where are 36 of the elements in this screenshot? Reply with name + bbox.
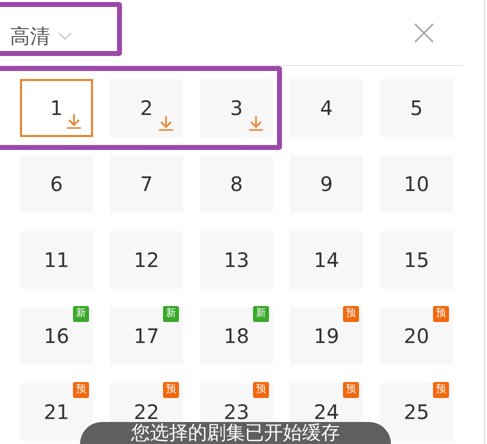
episode-badge: 预	[253, 382, 269, 398]
episode-button[interactable]: 12	[110, 231, 183, 289]
episode-button[interactable]: 25 预	[380, 383, 453, 441]
episode-button[interactable]: 2	[110, 79, 183, 137]
episode-button[interactable]: 3	[200, 79, 273, 137]
cache-toast: 您选择的剧集已开始缓存	[80, 422, 391, 444]
episode-button[interactable]: 6	[20, 155, 93, 213]
episode-button[interactable]: 11	[20, 231, 93, 289]
episode-button[interactable]: 19 预	[290, 307, 363, 365]
episode-button[interactable]: 21 预	[20, 383, 93, 441]
episode-badge: 预	[433, 306, 449, 322]
episode-button[interactable]: 16 新	[20, 307, 93, 365]
episode-badge: 新	[73, 306, 89, 322]
episode-button[interactable]: 4	[290, 79, 363, 137]
episode-button[interactable]: 18 新	[200, 307, 273, 365]
episode-button[interactable]: 5	[380, 79, 453, 137]
episode-badge: 预	[343, 306, 359, 322]
episode-badge: 新	[253, 306, 269, 322]
episode-badge: 预	[73, 382, 89, 398]
episode-button[interactable]: 13	[200, 231, 273, 289]
episode-button[interactable]: 15	[380, 231, 453, 289]
episode-button[interactable]: 9	[290, 155, 363, 213]
episode-button[interactable]: 10	[380, 155, 453, 213]
episode-badge: 预	[163, 382, 179, 398]
episode-button[interactable]: 17 新	[110, 307, 183, 365]
episode-button[interactable]: 14	[290, 231, 363, 289]
chevron-down-icon	[58, 32, 72, 40]
episode-button[interactable]: 7	[110, 155, 183, 213]
episode-badge: 新	[163, 306, 179, 322]
episode-button[interactable]: 1	[20, 79, 93, 137]
episode-badge: 预	[343, 382, 359, 398]
close-icon[interactable]	[413, 22, 435, 44]
episode-button[interactable]: 20 预	[380, 307, 453, 365]
episode-badge: 预	[433, 382, 449, 398]
episode-button[interactable]: 8	[200, 155, 273, 213]
quality-dropdown[interactable]: 高清	[10, 20, 72, 50]
